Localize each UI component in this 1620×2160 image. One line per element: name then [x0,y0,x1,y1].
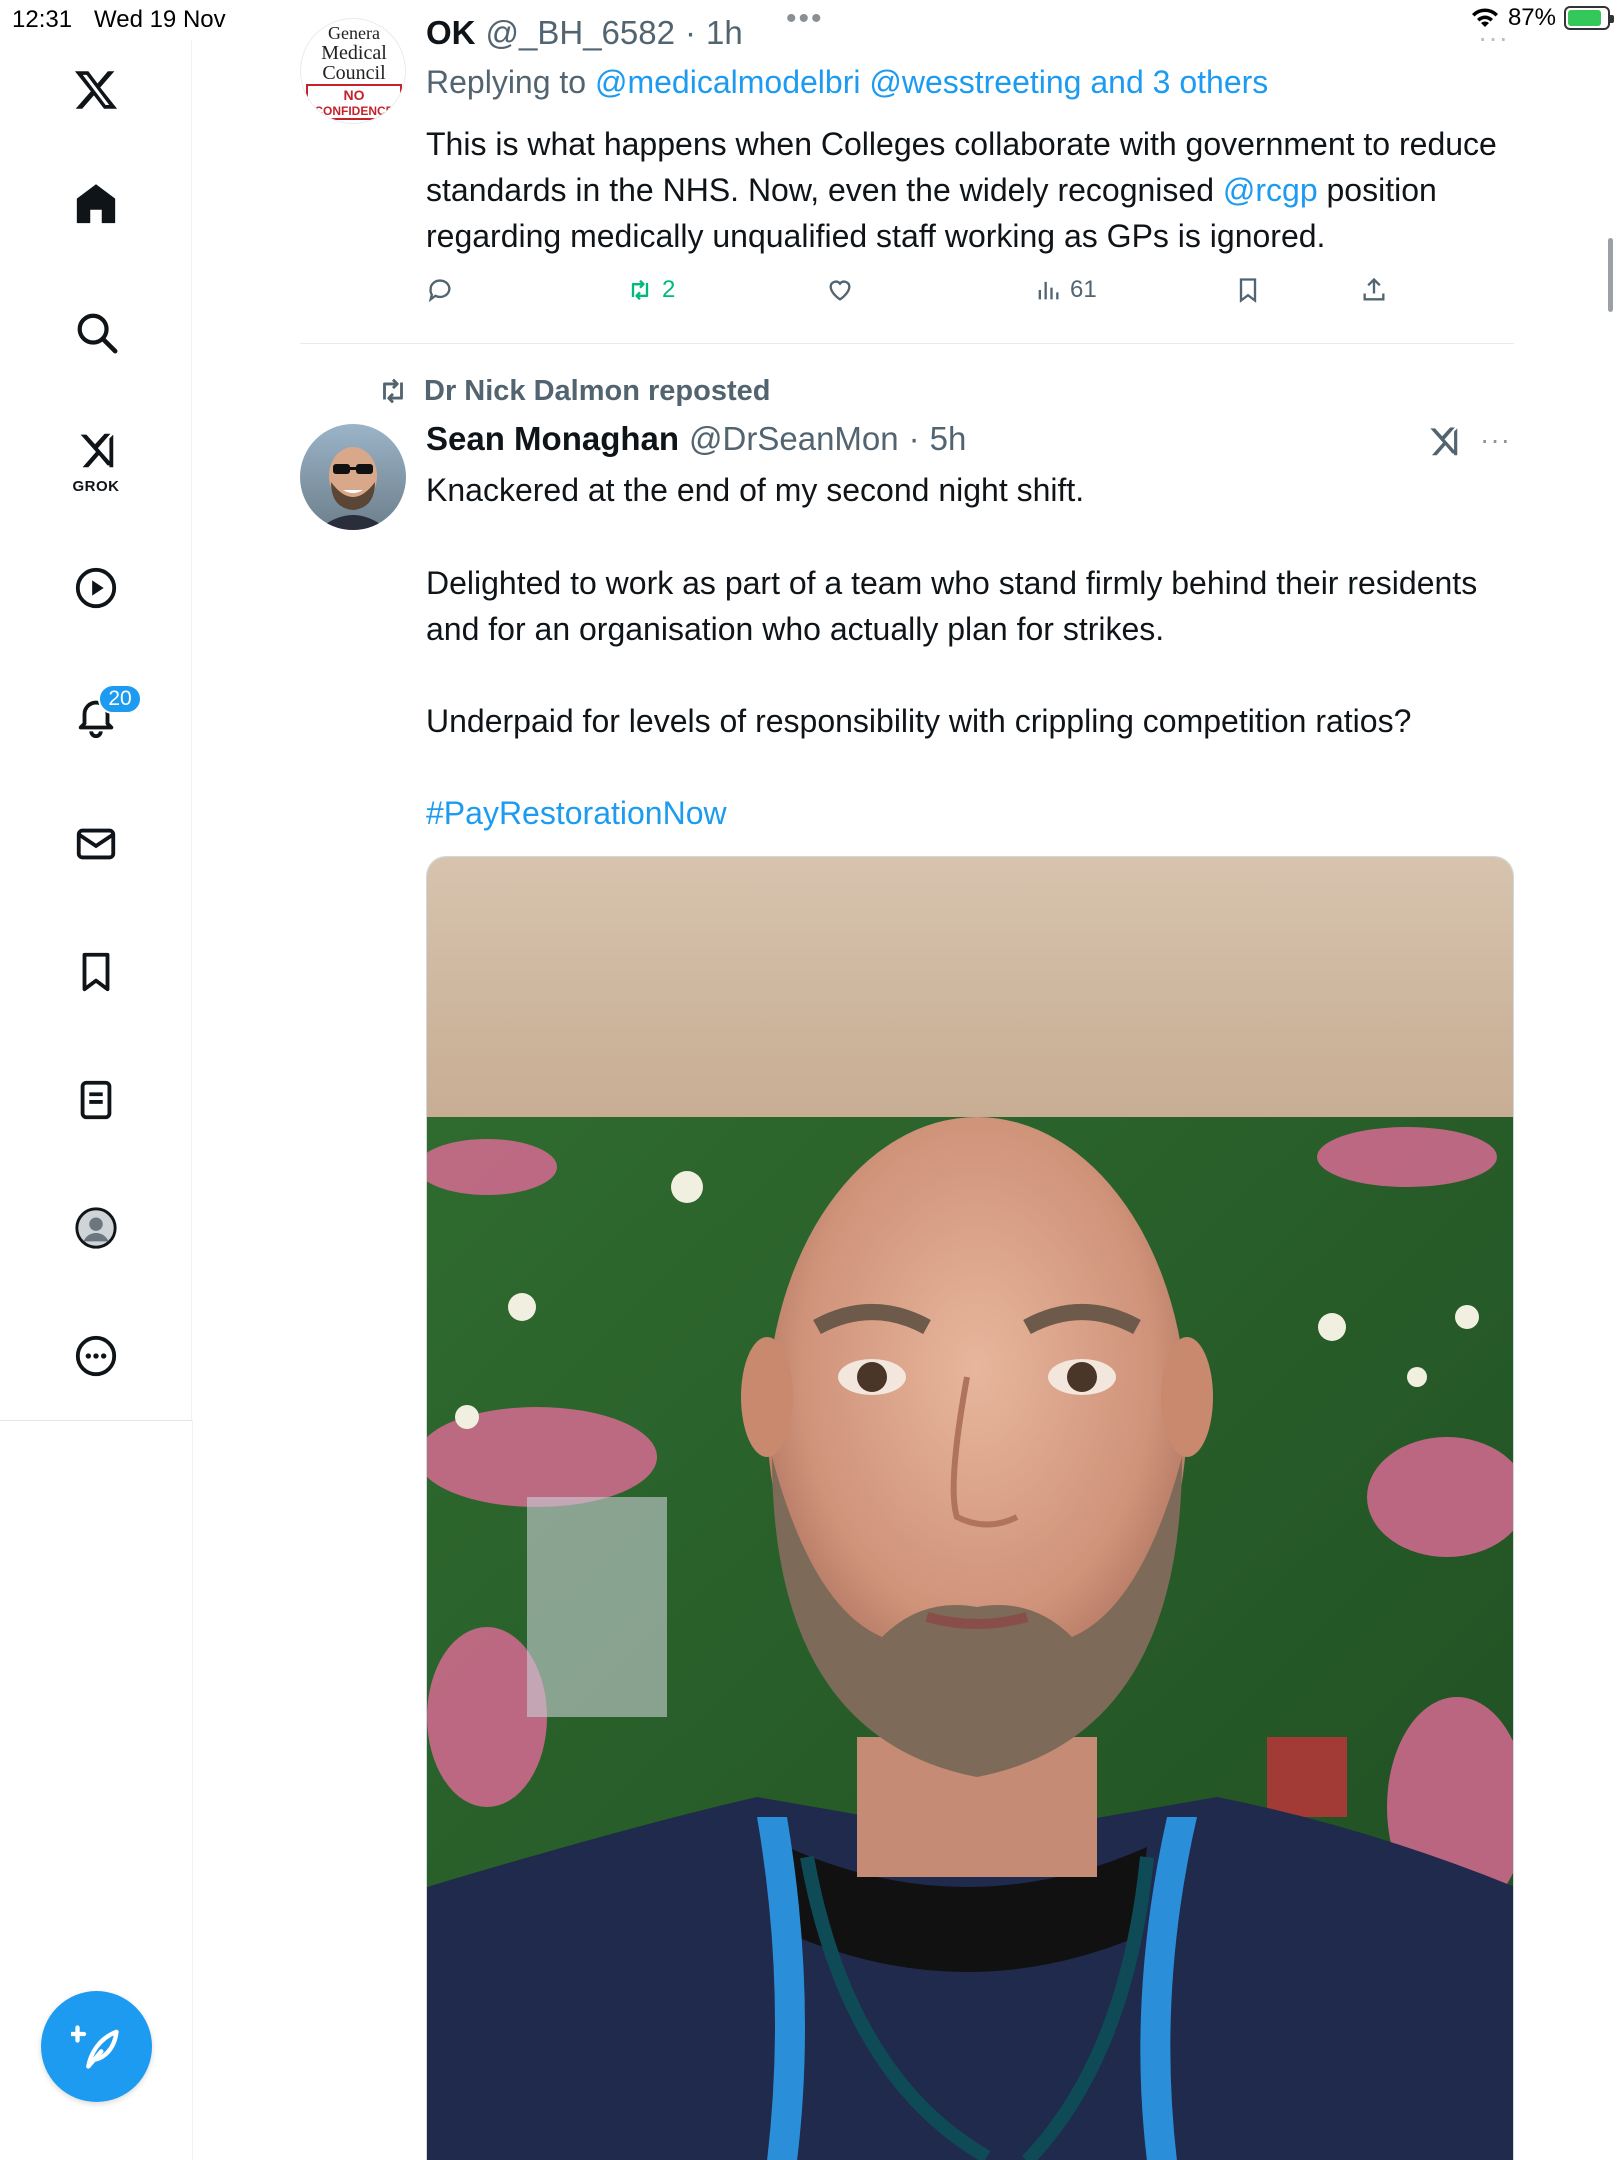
tweet2-more-icon[interactable]: ··· [1480,424,1511,456]
tweet-divider [300,343,1514,344]
repost-button[interactable]: 2 [626,276,675,304]
x-logo-icon[interactable] [66,60,126,120]
heart-icon [829,280,851,301]
replying-prefix: Replying to [426,64,587,100]
tweet1-display-name[interactable]: OK [426,14,476,52]
share-icon [1363,277,1385,301]
like-button[interactable] [826,276,854,304]
battery-icon [1564,6,1614,30]
home-icon[interactable] [66,174,126,234]
repost-count: 2 [662,276,676,303]
status-bar: 12:31 Wed 19 Nov ••• 87% [0,0,1620,40]
avatar-line-2: Medical [321,42,387,64]
scrollbar-thumb[interactable] [1608,238,1613,312]
tweet1-text: This is what happens when Colleges colla… [426,121,1536,259]
tweet1-time[interactable]: 1h [706,14,743,52]
battery-percent: 87% [1507,4,1556,31]
views-icon [1038,281,1059,300]
tweet1-handle[interactable]: @_BH_6582 [486,14,675,52]
lists-icon[interactable] [66,1070,126,1130]
avatar-gmc[interactable]: Genera Medical Council NO CONFIDENCE [300,18,406,124]
views-button[interactable]: 61 [1034,276,1097,304]
explain-with-grok-icon[interactable] [1424,422,1462,465]
repost-indicator-icon [383,378,403,404]
tweet2-header: Sean Monaghan @DrSeanMon · 5h [426,420,966,458]
reply-icon [428,279,451,303]
avatar-line-1: Genera [328,23,380,43]
tweet1-replying-to: Replying to @medicalmodelbri @wesstreeti… [426,64,1268,101]
bookmark-small-icon [1239,278,1257,303]
avatar-line-4: NO [344,87,365,103]
grok-label: GROK [72,478,120,495]
tweet1-header: OK @_BH_6582 · 1h [426,14,743,52]
mail-icon[interactable] [66,814,126,874]
bookmark-icon[interactable] [66,942,126,1002]
compose-button[interactable] [41,1991,152,2102]
tweet2-time[interactable]: 5h [930,420,967,458]
tweet2-hashtag[interactable]: #PayRestorationNow [426,790,727,836]
notifications-badge: 20 [98,684,142,714]
status-date: Wed 19 Nov [94,6,226,33]
sidebar-divider [0,1420,192,1421]
tweet1-more-icon[interactable]: ··· [1478,22,1509,54]
views-count: 61 [1070,276,1097,303]
tweet2-line2: Delighted to work as part of a team who … [426,565,1478,647]
bookmark-button[interactable] [1234,276,1262,304]
share-button[interactable] [1360,276,1388,304]
sidebar-rail [192,1420,193,2160]
repost-indicator[interactable]: Dr Nick Dalmon reposted [376,374,770,408]
repost-icon [631,279,649,301]
tweet1-mention[interactable]: @rcgp [1223,172,1318,208]
tweet2-sep: · [908,420,920,457]
status-time: 12:31 [12,6,73,33]
tweet2-line3: Underpaid for levels of responsibility w… [426,703,1412,739]
tweet1-actions: 2 61 [426,276,1426,316]
reposted-by: Dr Nick Dalmon reposted [424,374,771,407]
battery-fill [1568,10,1602,26]
more-icon[interactable] [66,1326,126,1386]
reply-button[interactable] [426,276,454,304]
avatar-sean[interactable] [300,424,406,530]
multitasking-dots-icon[interactable]: ••• [786,4,824,34]
video-icon[interactable] [66,558,126,618]
tweet2-handle[interactable]: @DrSeanMon [689,420,899,458]
tweet2-line1: Knackered at the end of my second night … [426,472,1085,508]
feather-plus-icon [70,2024,119,2069]
profile-icon[interactable] [66,1198,126,1258]
avatar-line-3: Council [322,62,386,84]
tweet1-sep: · [684,14,696,51]
replying-to-users[interactable]: @medicalmodelbri @wesstreeting and 3 oth… [595,64,1268,100]
grok-icon[interactable] [66,420,126,480]
search-icon[interactable] [66,302,126,362]
tweet2-photo[interactable] [426,856,1514,2160]
avatar-line-5: CONFIDENCE [314,104,393,118]
tweet2-display-name[interactable]: Sean Monaghan [426,420,679,458]
